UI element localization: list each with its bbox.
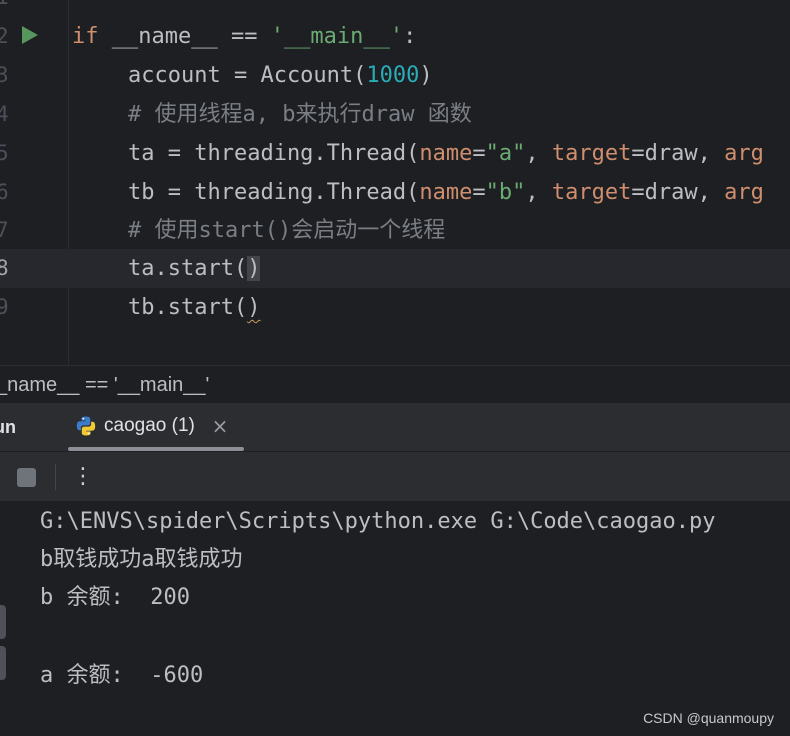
stop-icon[interactable] [17, 468, 36, 487]
code-line-7[interactable]: 7 # 使用start()会启动一个线程 [0, 211, 790, 250]
code-line-1[interactable]: 1 [0, 0, 790, 17]
line-number: 3 [0, 63, 9, 87]
breadcrumb-item[interactable]: _name__ == '__main__' [0, 366, 209, 404]
code-line-2[interactable]: 2 if __name__ == '__main__': [0, 17, 790, 56]
code-text: tb = threading.Thread(name="b", target=d… [128, 180, 764, 205]
console-line: G:\ENVS\spider\Scripts\python.exe G:\Cod… [40, 509, 716, 534]
line-number: 2 [0, 24, 9, 48]
line-number: 8 [0, 256, 9, 280]
code-line-4[interactable]: 4 # 使用线程a, b来执行draw 函数 [0, 95, 790, 134]
line-number: 5 [0, 141, 9, 165]
side-tool-button[interactable] [0, 605, 6, 639]
line-number: 4 [0, 102, 9, 126]
console-line: b 余额: 200 [40, 585, 190, 610]
code-comment: # 使用线程a, b来执行draw 函数 [128, 102, 472, 127]
code-text: ta = threading.Thread(name="a", target=d… [128, 141, 764, 166]
run-panel-title: un [0, 417, 16, 437]
more-options-icon[interactable]: ⋮ [72, 462, 94, 492]
warning-squiggle: ) [247, 295, 261, 320]
code-line-8-current[interactable]: 8 ta.start() [0, 249, 790, 288]
console-line: a 余额: -600 [40, 663, 204, 688]
line-number: 9 [0, 295, 9, 319]
side-tool-button[interactable] [0, 646, 6, 680]
console-output[interactable]: G:\ENVS\spider\Scripts\python.exe G:\Cod… [0, 501, 790, 736]
run-tab-caogao[interactable]: caogao (1) × [60, 403, 244, 451]
toolbar-divider [55, 464, 56, 490]
code-line-9[interactable]: 9 tb.start() [0, 288, 790, 327]
run-toolbar: ⋮ [0, 451, 790, 501]
run-tab-label: caogao (1) [104, 415, 195, 436]
code-text: tb.start() [128, 295, 261, 320]
line-number: 6 [0, 180, 9, 204]
console-line: b取钱成功a取钱成功 [40, 547, 243, 572]
code-line-6[interactable]: 6 tb = threading.Thread(name="b", target… [0, 173, 790, 212]
code-line-5[interactable]: 5 ta = threading.Thread(name="a", target… [0, 134, 790, 173]
code-text: ta.start() [128, 256, 261, 281]
code-text: account = Account(1000) [128, 63, 433, 88]
line-number: 1 [0, 0, 12, 17]
matched-paren: ) [247, 256, 261, 281]
code-comment: # 使用start()会启动一个线程 [128, 218, 446, 243]
run-panel-header: un caogao (1) × [0, 403, 790, 451]
breadcrumb: _name__ == '__main__' [0, 365, 790, 403]
code-editor[interactable]: 1 2 if __name__ == '__main__': 3 account… [0, 0, 790, 365]
line-number: 7 [0, 218, 9, 242]
close-icon[interactable]: × [210, 416, 230, 436]
python-icon [76, 416, 96, 436]
watermark: CSDN @quanmoupy [643, 710, 774, 726]
run-gutter-icon[interactable] [22, 26, 38, 44]
code-line-3[interactable]: 3 account = Account(1000) [0, 56, 790, 95]
code-text: if __name__ == '__main__': [72, 24, 417, 49]
